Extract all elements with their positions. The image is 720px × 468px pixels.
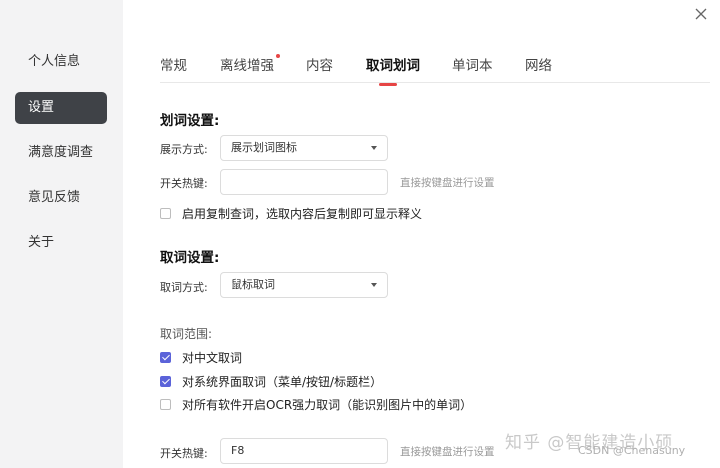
- capture-option-ocr[interactable]: 对所有软件开启OCR强力取词（能识别图片中的单词）: [160, 396, 472, 412]
- chinese-capture-checkbox[interactable]: [160, 351, 171, 363]
- chinese-capture-text: 对中文取词: [182, 350, 243, 365]
- tab-word-capture[interactable]: 取词划词: [366, 54, 420, 86]
- sidebar-item-feedback[interactable]: 意见反馈: [15, 182, 107, 214]
- display-mode-value: 展示划词图标: [231, 141, 297, 154]
- capture-hotkey-input[interactable]: F8: [220, 438, 388, 464]
- tab-general[interactable]: 常规: [160, 54, 187, 74]
- copy-lookup-checkbox[interactable]: [160, 207, 171, 219]
- ocr-capture-checkbox[interactable]: [160, 398, 171, 410]
- chevron-down-icon: [371, 283, 377, 287]
- capture-mode-value: 鼠标取词: [231, 278, 275, 291]
- capture-range-label: 取词范围:: [160, 327, 213, 341]
- capture-settings-title: 取词设置:: [160, 250, 220, 266]
- sidebar-item-profile[interactable]: 个人信息: [15, 46, 107, 78]
- capture-hotkey-label: 开关热键:: [160, 447, 208, 460]
- ocr-capture-text: 对所有软件开启OCR强力取词（能识别图片中的单词）: [182, 397, 473, 412]
- tab-offline-enhance[interactable]: 离线增强: [220, 54, 280, 74]
- highlight-hotkey-label: 开关热键:: [160, 177, 208, 190]
- active-tab-indicator: [379, 83, 397, 86]
- tab-content[interactable]: 内容: [306, 54, 333, 74]
- sidebar-item-settings[interactable]: 设置: [15, 92, 107, 124]
- copy-lookup-text: 启用复制查词，选取内容后复制即可显示释义: [182, 206, 423, 221]
- capture-option-system-ui[interactable]: 对系统界面取词（菜单/按钮/标题栏）: [160, 373, 382, 389]
- sidebar-item-about[interactable]: 关于: [15, 227, 107, 259]
- sidebar-item-satisfaction-survey[interactable]: 满意度调查: [15, 137, 107, 169]
- tab-network[interactable]: 网络: [525, 54, 552, 74]
- new-badge-dot: [276, 54, 280, 58]
- display-mode-label: 展示方式:: [160, 143, 208, 156]
- highlight-hotkey-input[interactable]: [220, 169, 388, 195]
- close-icon[interactable]: [693, 6, 709, 22]
- csdn-watermark: CSDN @Chenasuny: [578, 444, 686, 457]
- capture-mode-select[interactable]: 鼠标取词: [220, 272, 388, 298]
- copy-lookup-option[interactable]: 启用复制查词，选取内容后复制即可显示释义: [160, 205, 422, 221]
- display-mode-select[interactable]: 展示划词图标: [220, 135, 388, 161]
- capture-mode-label: 取词方式:: [160, 281, 208, 294]
- settings-tabs: 常规 离线增强 内容 取词划词 单词本 网络: [160, 48, 710, 86]
- highlight-hotkey-hint: 直接按键盘进行设置: [400, 177, 495, 189]
- system-ui-capture-checkbox[interactable]: [160, 375, 171, 387]
- system-ui-capture-text: 对系统界面取词（菜单/按钮/标题栏）: [182, 374, 383, 389]
- highlight-settings-title: 划词设置:: [160, 113, 220, 129]
- capture-option-chinese[interactable]: 对中文取词: [160, 349, 242, 365]
- sidebar: 个人信息 设置 满意度调查 意见反馈 关于: [0, 0, 123, 468]
- chevron-down-icon: [371, 146, 377, 150]
- capture-hotkey-hint: 直接按键盘进行设置: [400, 446, 495, 458]
- tab-wordbook[interactable]: 单词本: [452, 54, 493, 74]
